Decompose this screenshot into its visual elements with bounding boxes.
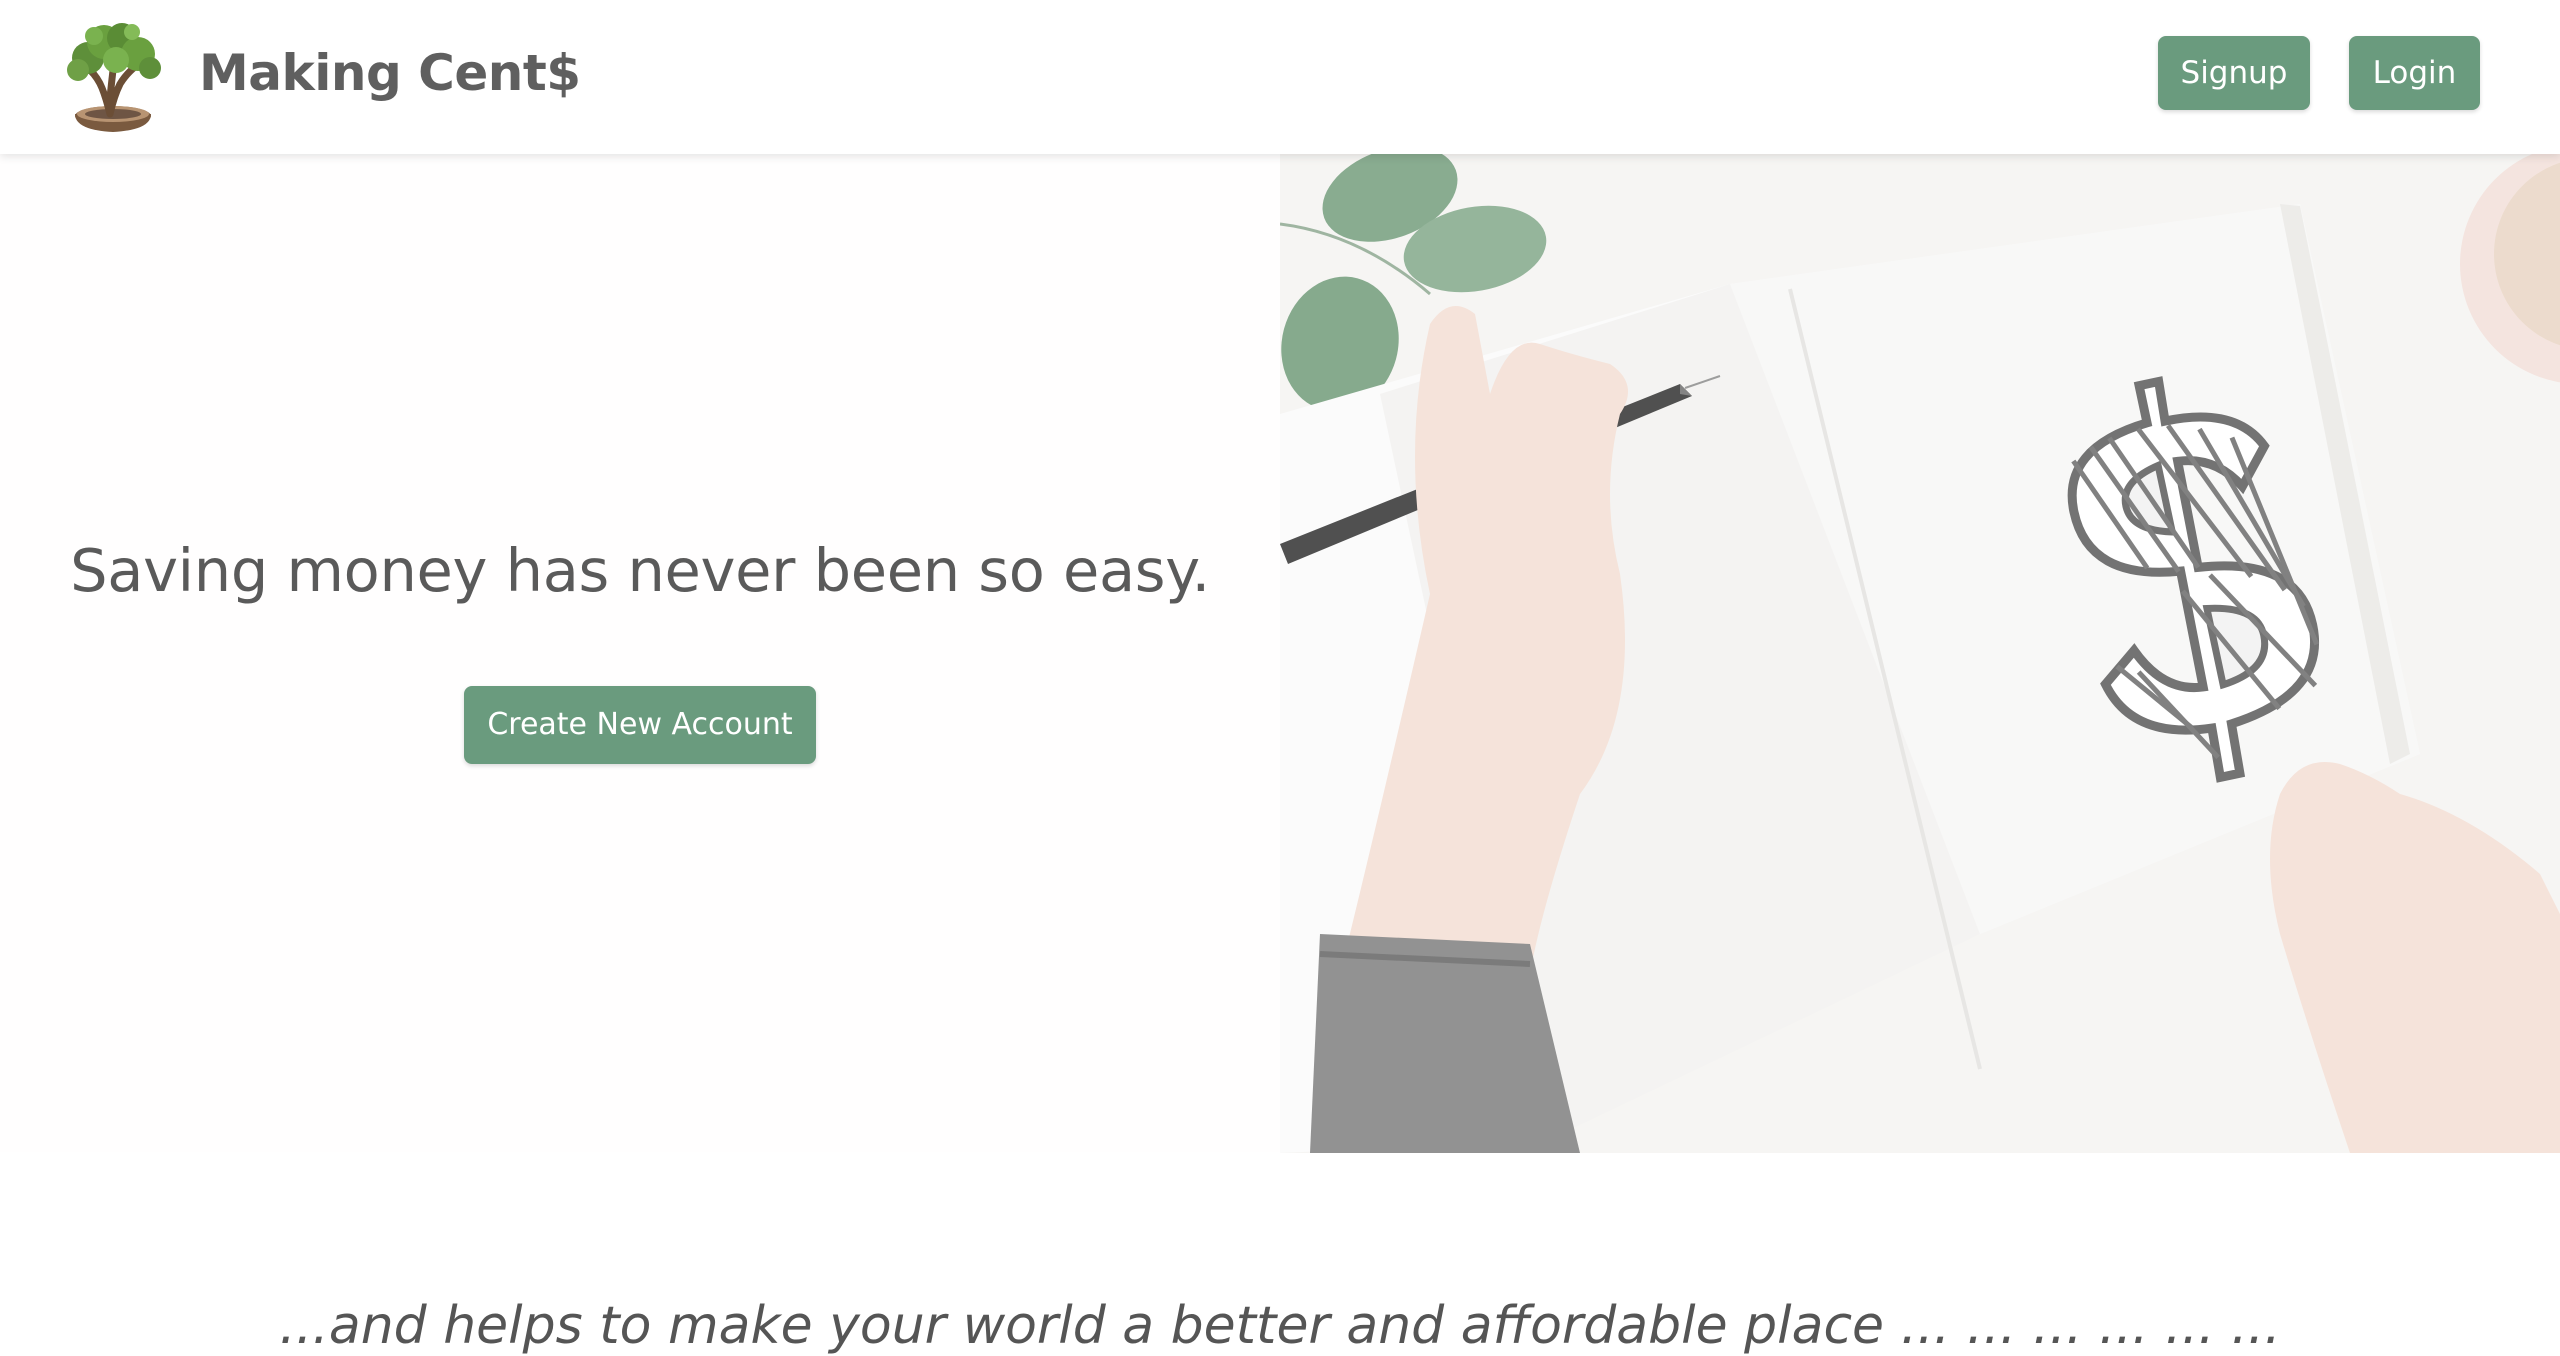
footer-tagline: ...and helps to make your world a better…	[279, 1296, 2281, 1356]
hero-tagline: Saving money has never been so easy.	[70, 536, 1210, 605]
hero-section: Saving money has never been so easy. Cre…	[0, 154, 1280, 1152]
brand-name[interactable]: Making Cent$	[199, 38, 581, 108]
bonsai-tree-logo-icon[interactable]	[58, 18, 168, 134]
login-button[interactable]: Login	[2349, 36, 2480, 110]
create-account-button[interactable]: Create New Account	[464, 686, 816, 764]
dollar-notebook-illustration-icon	[1280, 154, 2560, 1153]
hero-image	[1280, 154, 2560, 1153]
top-navbar: Making Cent$ Signup Login	[0, 0, 2560, 154]
signup-button[interactable]: Signup	[2158, 36, 2310, 110]
